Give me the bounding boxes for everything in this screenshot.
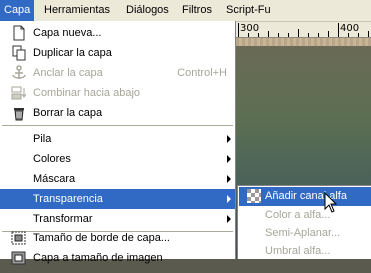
ruler-tick bbox=[318, 33, 319, 37]
merge-down-icon bbox=[11, 85, 27, 101]
layer-boundary-size-icon bbox=[11, 230, 27, 246]
ruler-tick bbox=[308, 33, 309, 37]
submenu-arrow-icon bbox=[227, 215, 231, 223]
menu-script-fu-label: Script-Fu bbox=[226, 4, 271, 16]
menu-item-label: Colores bbox=[33, 153, 71, 165]
submenu-item-label: Semi-Aplanar... bbox=[265, 227, 341, 239]
submenu-item-label: Color a alfa... bbox=[265, 209, 331, 221]
menu-capa[interactable]: Capa bbox=[0, 0, 35, 21]
submenu-item-label: Umbral alfa... bbox=[265, 245, 331, 257]
menu-item-label: Combinar hacia abajo bbox=[33, 87, 141, 99]
mouse-cursor-icon bbox=[324, 191, 338, 214]
menu-item-delete-layer[interactable]: Borrar la capa bbox=[0, 103, 235, 123]
ruler-tick bbox=[328, 31, 329, 37]
menu-filtros-label: Filtros bbox=[182, 4, 212, 16]
add-alpha-icon bbox=[247, 189, 261, 203]
menu-item-layer-boundary-size[interactable]: Tamaño de borde de capa... bbox=[0, 228, 235, 248]
menu-item-transform[interactable]: Transformar bbox=[0, 209, 235, 229]
menu-capa-label: Capa bbox=[4, 4, 31, 16]
layer-to-image-size-icon bbox=[11, 250, 27, 266]
menubar: Capa Herramientas Diálogos Filtros Scrip… bbox=[0, 0, 371, 22]
ruler-tick bbox=[268, 31, 269, 37]
menu-item-label: Tamaño de borde de capa... bbox=[33, 232, 170, 244]
layer-menu: Capa nueva... Duplicar la capa Anclar la… bbox=[0, 21, 236, 265]
submenu-item-semi-flatten[interactable]: Semi-Aplanar... bbox=[239, 224, 371, 243]
menu-separator bbox=[2, 125, 233, 126]
submenu-item-threshold-alpha[interactable]: Umbral alfa... bbox=[239, 242, 371, 261]
submenu-arrow-icon bbox=[227, 195, 231, 203]
submenu-arrow-icon bbox=[227, 155, 231, 163]
menu-script-fu[interactable]: Script-Fu bbox=[222, 0, 275, 21]
submenu-item-add-alpha-channel[interactable]: Añadir canal alfa bbox=[239, 187, 371, 206]
menu-dialogos-label: Diálogos bbox=[126, 4, 169, 16]
menu-item-label: Capa a tamaño de imagen bbox=[33, 252, 163, 264]
ruler-tick bbox=[278, 33, 279, 37]
new-layer-icon bbox=[11, 25, 27, 41]
ruler-label-300: 300 bbox=[240, 23, 260, 34]
horizontal-ruler: 300 400 bbox=[236, 22, 371, 38]
submenu-item-color-to-alpha[interactable]: Color a alfa... bbox=[239, 206, 371, 225]
menu-item-label: Duplicar la capa bbox=[33, 47, 112, 59]
menu-item-colors[interactable]: Colores bbox=[0, 149, 235, 169]
menu-herramientas-label: Herramientas bbox=[44, 4, 111, 16]
duplicate-layer-icon bbox=[11, 45, 27, 61]
transparency-submenu: Añadir canal alfa Color a alfa... Semi-A… bbox=[237, 185, 371, 259]
menu-item-anchor-layer[interactable]: Anclar la capa Control+H bbox=[0, 63, 235, 83]
menu-filtros[interactable]: Filtros bbox=[178, 0, 216, 21]
anchor-icon bbox=[11, 65, 27, 81]
menu-herramientas[interactable]: Herramientas bbox=[40, 0, 114, 21]
menu-item-layer-to-image-size[interactable]: Capa a tamaño de imagen bbox=[0, 248, 235, 268]
accelerator-label: Control+H bbox=[177, 67, 227, 79]
ruler-tick bbox=[238, 23, 239, 37]
menu-item-label: Máscara bbox=[33, 173, 76, 185]
trash-icon bbox=[11, 105, 27, 121]
image-top-strip bbox=[236, 38, 371, 46]
menu-item-label: Anclar la capa bbox=[33, 67, 103, 79]
menu-item-stack[interactable]: Pila bbox=[0, 129, 235, 149]
menu-item-label: Transparencia bbox=[33, 193, 103, 205]
menu-item-label: Borrar la capa bbox=[33, 107, 103, 119]
ruler-tick bbox=[368, 31, 369, 37]
menu-item-label: Capa nueva... bbox=[33, 27, 102, 39]
menu-item-merge-down[interactable]: Combinar hacia abajo bbox=[0, 83, 235, 103]
menu-item-mask[interactable]: Máscara bbox=[0, 169, 235, 189]
ruler-label-400: 400 bbox=[340, 23, 360, 34]
menu-dialogos[interactable]: Diálogos bbox=[122, 0, 173, 21]
menu-item-label: Transformar bbox=[33, 213, 93, 225]
menu-item-duplicate-layer[interactable]: Duplicar la capa bbox=[0, 43, 235, 63]
submenu-arrow-icon bbox=[227, 135, 231, 143]
menu-item-label: Pila bbox=[33, 133, 52, 145]
menu-item-transparency[interactable]: Transparencia bbox=[0, 189, 235, 209]
ruler-tick bbox=[298, 29, 299, 37]
ruler-tick bbox=[288, 33, 289, 37]
submenu-arrow-icon bbox=[227, 175, 231, 183]
ruler-tick bbox=[338, 23, 339, 37]
menu-item-new-layer[interactable]: Capa nueva... bbox=[0, 23, 235, 43]
